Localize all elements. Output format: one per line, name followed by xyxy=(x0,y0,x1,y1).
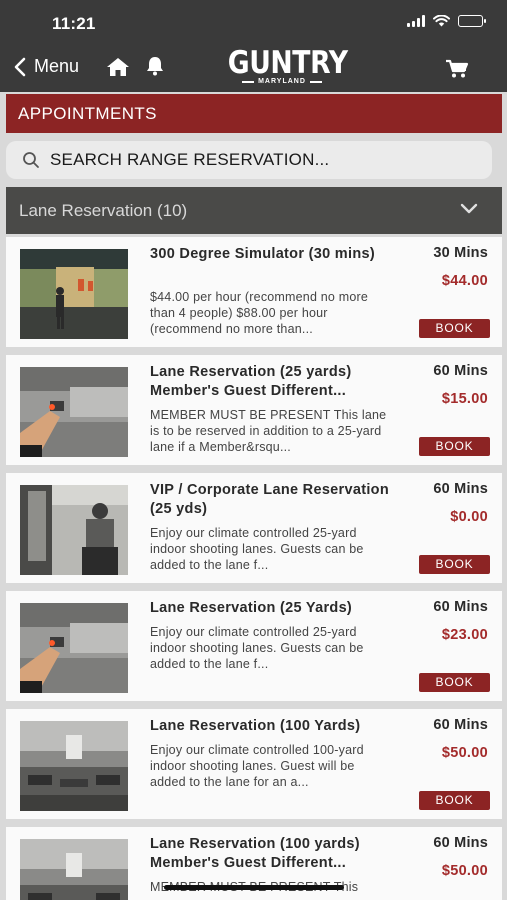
appointment-card[interactable]: 300 Degree Simulator (30 mins) $44.00 pe… xyxy=(6,237,502,347)
appointment-price: $50.00 xyxy=(441,863,488,879)
appointment-description: $44.00 per hour (recommend no more than … xyxy=(150,290,369,336)
home-button[interactable] xyxy=(106,56,130,83)
page-title: APPOINTMENTS xyxy=(6,94,502,133)
shooter-booth-image xyxy=(20,485,128,575)
book-button[interactable]: BOOK xyxy=(419,555,490,574)
appointment-price: $50.00 xyxy=(441,745,488,761)
appointment-description: Enjoy our climate controlled 25-yard ind… xyxy=(150,625,364,671)
appointment-duration: 60 Mins xyxy=(433,599,488,615)
appointment-card[interactable]: Lane Reservation (100 Yards) Enjoy our c… xyxy=(6,709,502,819)
appointment-price: $15.00 xyxy=(441,391,488,407)
category-lane-reservation[interactable]: Lane Reservation (10) xyxy=(6,187,502,234)
book-button[interactable]: BOOK xyxy=(419,319,490,338)
appointment-price: $44.00 xyxy=(441,273,488,289)
long-range-hall-image xyxy=(20,721,128,811)
appointment-description: Enjoy our climate controlled 25-yard ind… xyxy=(150,526,364,572)
back-menu-button[interactable]: Menu xyxy=(14,56,79,77)
appointment-description: MEMBER MUST BE PRESENT This lane is to b… xyxy=(150,408,387,454)
bell-icon xyxy=(147,57,163,76)
home-icon xyxy=(107,58,129,76)
appointment-description: Enjoy our climate controlled 100-yard in… xyxy=(150,743,364,789)
appointment-title: VIP / Corporate Lane Reservation (25 yds… xyxy=(150,482,389,517)
nav-bar: Menu GUNTRY MARYLAND xyxy=(0,44,507,92)
category-label: Lane Reservation (10) xyxy=(19,201,188,220)
cart-icon xyxy=(446,59,469,78)
simulator-room-image xyxy=(20,249,128,339)
appointment-duration: 60 Mins xyxy=(433,481,488,497)
pistol-lane-image xyxy=(20,367,128,457)
book-button[interactable]: BOOK xyxy=(419,673,490,692)
search-icon xyxy=(23,152,39,168)
appointment-card[interactable]: Lane Reservation (25 yards) Member's Gue… xyxy=(6,355,502,465)
appointment-card[interactable]: Lane Reservation (25 Yards) Enjoy our cl… xyxy=(6,591,502,701)
wifi-icon xyxy=(433,15,450,27)
book-button[interactable]: BOOK xyxy=(419,437,490,456)
appointment-title: Lane Reservation (100 Yards) xyxy=(150,718,361,734)
search-placeholder: SEARCH RANGE RESERVATION... xyxy=(50,150,330,169)
appointment-price: $23.00 xyxy=(441,627,488,643)
status-time: 11:21 xyxy=(52,14,96,33)
guntry-logo: GUNTRY MARYLAND xyxy=(218,45,348,85)
appointment-title: Lane Reservation (25 yards) Member's Gue… xyxy=(150,364,352,399)
cellular-signal-icon xyxy=(407,15,425,27)
pistol-lane-image xyxy=(20,603,128,693)
appointment-title: Lane Reservation (25 Yards) xyxy=(150,600,353,616)
chevron-left-icon xyxy=(14,57,26,76)
appointment-card[interactable]: VIP / Corporate Lane Reservation (25 yds… xyxy=(6,473,502,583)
status-bar: 11:21 xyxy=(0,0,507,44)
appointment-title: Lane Reservation (100 yards) Member's Gu… xyxy=(150,836,360,871)
back-menu-label: Menu xyxy=(34,56,80,76)
appointment-duration: 60 Mins xyxy=(433,717,488,733)
appointment-duration: 60 Mins xyxy=(433,835,488,851)
book-button[interactable]: BOOK xyxy=(419,791,490,810)
status-icons xyxy=(407,15,486,27)
appointment-duration: 30 Mins xyxy=(433,245,488,261)
appointment-price: $0.00 xyxy=(450,509,488,525)
appointment-title: 300 Degree Simulator (30 mins) xyxy=(150,246,375,262)
brand-name: GUNTRY xyxy=(227,45,348,81)
long-range-hall-image xyxy=(20,839,128,900)
cart-button[interactable] xyxy=(445,59,469,84)
home-indicator[interactable] xyxy=(164,885,344,890)
battery-icon xyxy=(458,15,486,27)
notifications-button[interactable] xyxy=(144,55,166,82)
search-input[interactable]: SEARCH RANGE RESERVATION... xyxy=(6,141,492,179)
appointment-duration: 60 Mins xyxy=(433,363,488,379)
chevron-down-icon xyxy=(460,203,478,214)
